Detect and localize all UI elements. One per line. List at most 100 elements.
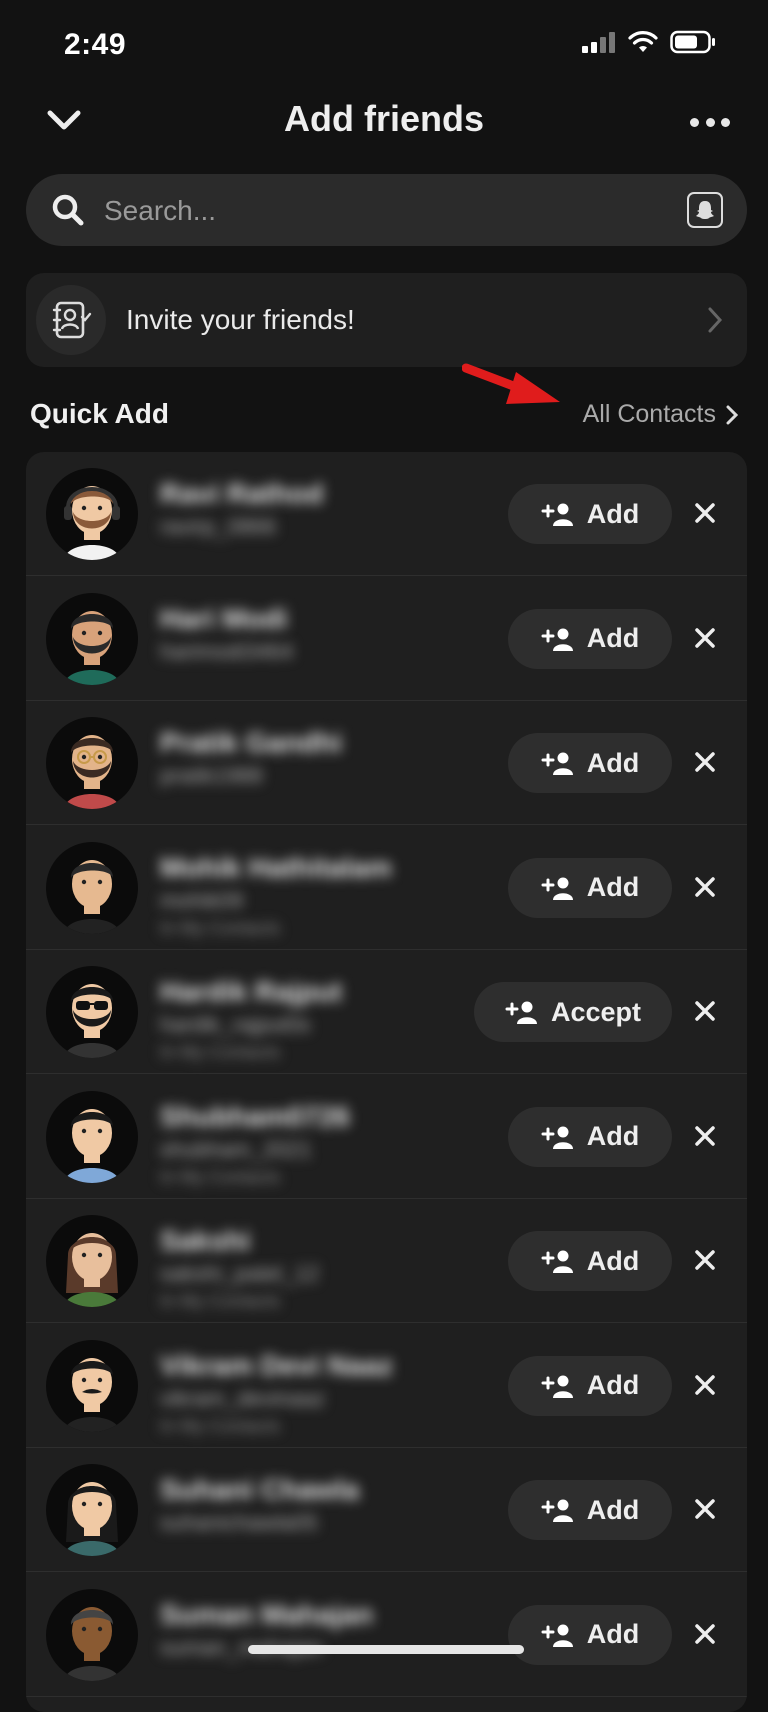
close-icon — [695, 1623, 715, 1644]
avatar[interactable] — [46, 468, 138, 560]
add-friend-icon — [541, 752, 573, 775]
header: Add friends — [0, 88, 768, 152]
close-icon — [695, 503, 715, 523]
avatar[interactable] — [46, 966, 138, 1058]
close-icon — [695, 1001, 715, 1021]
quick-add-row[interactable]: Suman Mahajan suman_mahajan Add — [26, 1573, 747, 1697]
ghost-icon — [696, 201, 714, 219]
dismiss-button[interactable] — [692, 1621, 718, 1647]
dismiss-button[interactable] — [692, 1372, 718, 1398]
friend-name: Hari Modi — [160, 602, 288, 634]
avatar[interactable] — [46, 592, 138, 685]
dismiss-button[interactable] — [692, 998, 718, 1024]
invite-friends-row[interactable]: Invite your friends! — [26, 273, 747, 367]
friend-username: sakshi_patel_12 — [160, 1261, 320, 1286]
friend-username: harimodi3464 — [160, 638, 294, 664]
dismiss-button[interactable] — [692, 500, 718, 526]
avatar[interactable] — [46, 717, 138, 809]
dismiss-button[interactable] — [692, 1496, 718, 1522]
avatar[interactable] — [46, 1588, 138, 1681]
friend-meta: In My Contacts — [160, 1166, 281, 1187]
close-icon — [695, 627, 715, 648]
quick-add-row[interactable]: Shubham0726 shubham_2021 In My Contacts Ad… — [26, 1075, 747, 1199]
search-bar[interactable]: Search... — [26, 174, 747, 246]
avatar[interactable] — [46, 1090, 138, 1183]
add-button[interactable]: Add — [508, 1106, 672, 1167]
add-button[interactable]: Add — [508, 608, 672, 669]
avatar[interactable] — [46, 1339, 138, 1432]
friend-name: Suhani Chawla — [160, 1474, 360, 1505]
action-label: Add — [586, 1619, 640, 1649]
quick-add-row[interactable]: Suhani Chawla suhanichawla05 Add — [26, 1448, 747, 1572]
more-dot-icon — [705, 117, 715, 127]
action-label: Add — [586, 747, 640, 778]
avatar[interactable] — [46, 841, 138, 934]
friend-meta: In My Contacts — [160, 1415, 281, 1436]
accept-button[interactable]: Accept — [474, 982, 672, 1042]
friend-meta: In My Contacts — [160, 1291, 281, 1311]
action-label: Add — [586, 872, 640, 902]
close-icon — [695, 752, 715, 772]
add-button[interactable]: Add — [508, 1480, 672, 1540]
friend-username: ravirp_0866 — [160, 514, 277, 539]
quick-add-row[interactable]: Sakshi sakshi_patel_12 In My Contacts Add — [26, 1199, 747, 1323]
quick-add-row[interactable]: Mohik Hathitalam mohik09 In My Contacts Ad… — [26, 826, 747, 950]
dismiss-button[interactable] — [692, 1247, 718, 1273]
action-label: Add — [586, 1494, 640, 1525]
friend-username: vikram_devinaaz — [160, 1385, 326, 1411]
quick-add-row[interactable]: Hari Modi harimodi3464 Add — [26, 577, 747, 701]
add-button[interactable]: Add — [508, 857, 672, 918]
add-friend-icon — [541, 1624, 573, 1647]
action-label: Add — [586, 623, 640, 653]
add-button[interactable]: Add — [508, 1604, 672, 1665]
friend-username: shubham_2021 — [160, 1136, 312, 1162]
add-friend-icon — [541, 1126, 573, 1149]
add-friend-icon — [541, 1375, 573, 1398]
all-contacts-link[interactable]: All Contacts — [583, 400, 738, 429]
friend-name: Pratik Gandhi — [160, 727, 343, 758]
quick-add-row[interactable]: Hardik Rajput hardik_rajput0s In My Contac… — [26, 950, 747, 1074]
add-button[interactable]: Add — [508, 1355, 672, 1416]
friend-username: suhanichawla05 — [160, 1510, 318, 1535]
friend-meta: In My Contacts — [160, 917, 281, 938]
avatar[interactable] — [46, 1215, 138, 1307]
add-button[interactable]: Add — [508, 484, 672, 544]
dismiss-button[interactable] — [692, 625, 718, 651]
cellular-signal-icon — [582, 32, 615, 53]
close-icon — [695, 1374, 715, 1395]
close-icon — [695, 876, 715, 897]
friend-username: mohik09 — [160, 887, 244, 913]
dismiss-button[interactable] — [692, 1123, 718, 1149]
action-label: Add — [586, 1121, 640, 1151]
friend-name: Sakshi — [160, 1225, 251, 1256]
add-friend-icon — [541, 1250, 573, 1273]
avatar[interactable] — [46, 1464, 138, 1556]
close-icon — [695, 1250, 715, 1270]
add-button[interactable]: Add — [508, 1231, 672, 1291]
snapcode-scan-button[interactable] — [687, 192, 723, 228]
add-button[interactable]: Add — [508, 733, 672, 793]
close-icon — [695, 1499, 715, 1519]
wifi-icon — [628, 31, 658, 52]
add-friend-icon — [541, 877, 573, 900]
page-title: Add friends — [283, 98, 484, 139]
dismiss-button[interactable] — [692, 749, 718, 775]
quick-add-row[interactable]: Pratik Gandhi pratik1988 Add — [26, 701, 747, 825]
quick-add-row[interactable]: Ravi Rathod ravirp_0866 Add — [26, 452, 747, 576]
action-label: Add — [586, 498, 640, 529]
status-icons — [582, 30, 716, 54]
friend-name: Hardik Rajput — [160, 976, 343, 1007]
more-options-button[interactable] — [690, 102, 730, 142]
dismiss-button[interactable] — [692, 874, 718, 900]
quick-add-row[interactable]: Vikram Devi Naaz vikram_devinaaz In My Con… — [26, 1324, 747, 1448]
friend-username: hardik_rajput0s — [160, 1012, 311, 1037]
battery-icon — [670, 30, 715, 54]
friend-meta: In My Contacts — [160, 1042, 281, 1062]
action-label: Accept — [550, 996, 642, 1027]
add-friend-icon — [505, 1001, 537, 1024]
chevron-right-icon — [708, 307, 723, 333]
friend-name: Suman Mahajan — [160, 1598, 374, 1630]
status-time: 2:49 — [64, 28, 127, 61]
search-input[interactable]: Search... — [104, 195, 216, 227]
home-indicator — [248, 1645, 524, 1654]
